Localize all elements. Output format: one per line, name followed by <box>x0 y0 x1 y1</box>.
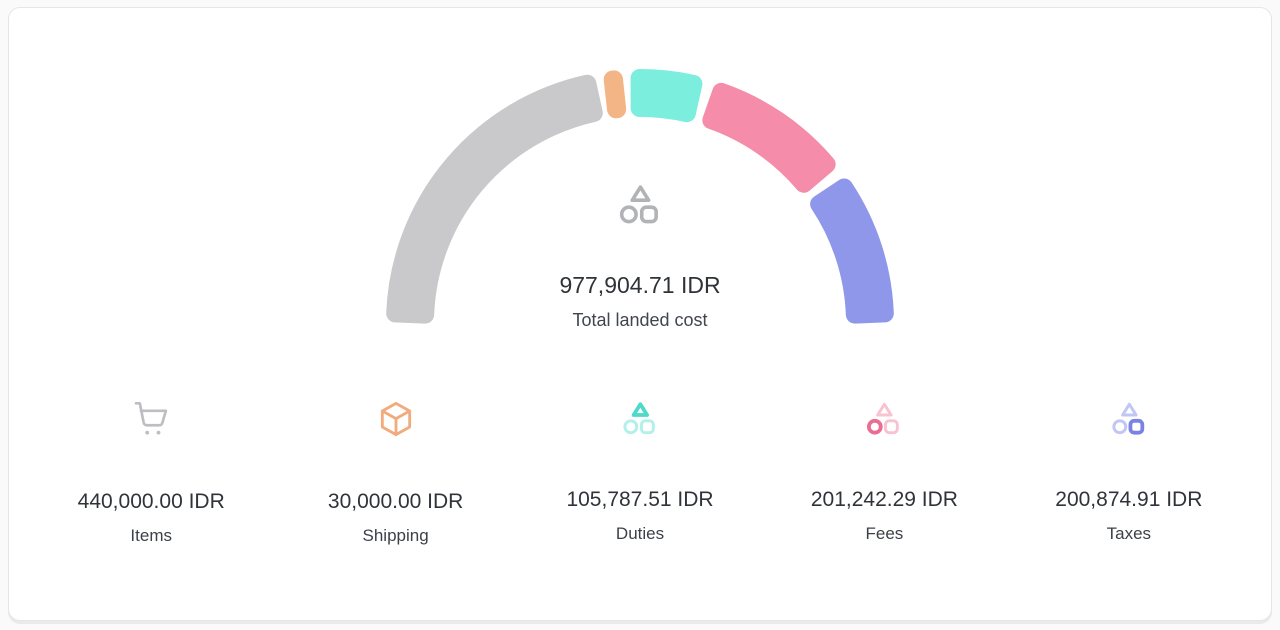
gauge-segment-duties[interactable] <box>640 78 694 113</box>
gauge-segment-taxes[interactable] <box>819 187 885 314</box>
stat-amount: 440,000.00 IDR <box>29 490 273 514</box>
shapes-square-icon <box>1109 399 1149 439</box>
cart-icon <box>131 399 171 439</box>
stat-fees: 201,242.29 IDR Fees <box>762 399 1006 546</box>
landed-cost-card: 977,904.71 IDR Total landed cost 440,000… <box>8 7 1272 621</box>
gauge-segment-items[interactable] <box>395 84 594 315</box>
stat-items: 440,000.00 IDR Items <box>29 399 273 546</box>
stat-amount: 30,000.00 IDR <box>273 490 517 514</box>
cost-breakdown-row: 440,000.00 IDR Items 30,000.00 IDR Shipp… <box>9 399 1271 546</box>
gauge-segment-fees[interactable] <box>711 92 826 184</box>
gauge-arc-svg <box>380 63 900 333</box>
stat-label: Duties <box>518 524 762 544</box>
stat-label: Taxes <box>1007 524 1251 544</box>
stat-amount: 200,874.91 IDR <box>1007 488 1251 512</box>
stat-duties: 105,787.51 IDR Duties <box>518 399 762 546</box>
stat-label: Fees <box>762 524 1006 544</box>
package-icon <box>376 399 416 439</box>
landed-cost-gauge: 977,904.71 IDR Total landed cost <box>380 63 900 333</box>
gauge-segment-shipping[interactable] <box>613 79 617 109</box>
stat-label: Shipping <box>273 526 517 546</box>
stat-amount: 201,242.29 IDR <box>762 488 1006 512</box>
shapes-circle-icon <box>864 399 904 439</box>
shapes-triangle-icon <box>620 399 660 439</box>
stat-amount: 105,787.51 IDR <box>518 488 762 512</box>
stat-label: Items <box>29 526 273 546</box>
stat-shipping: 30,000.00 IDR Shipping <box>273 399 517 546</box>
stat-taxes: 200,874.91 IDR Taxes <box>1007 399 1251 546</box>
